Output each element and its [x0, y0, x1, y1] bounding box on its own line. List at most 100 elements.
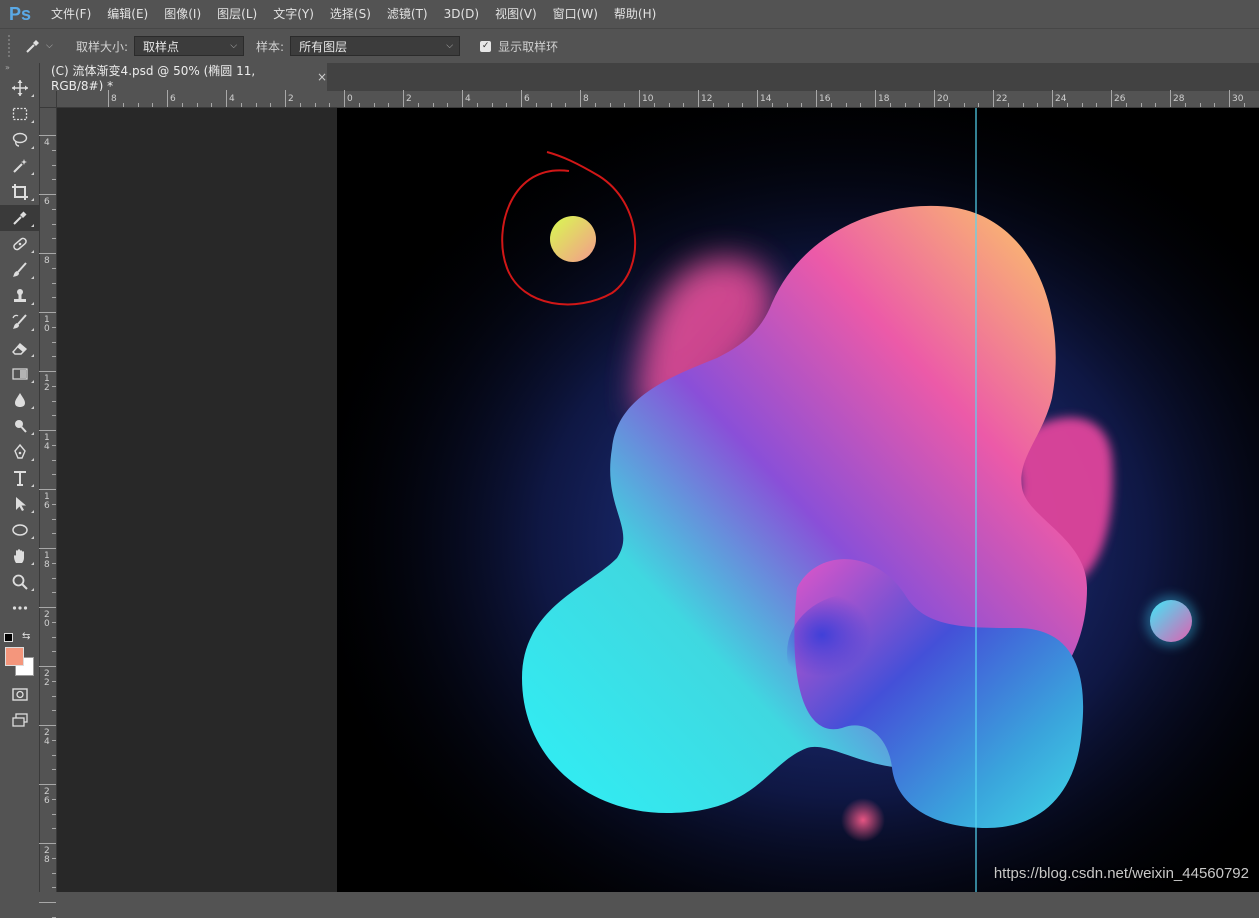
tool-flyout-indicator — [31, 276, 34, 279]
crop-tool[interactable] — [0, 179, 39, 205]
menu-select[interactable]: 选择(S) — [322, 0, 379, 28]
ellipse-tool[interactable] — [0, 517, 39, 543]
color-swatches: ⇆ — [0, 631, 39, 681]
tool-flyout-indicator — [31, 146, 34, 149]
yellow-circle-layer — [550, 216, 596, 262]
gradient-icon — [11, 368, 28, 380]
eyedropper-tool[interactable] — [0, 205, 39, 231]
chevron-down-icon: ⌵ — [46, 41, 53, 51]
ruler-origin[interactable] — [40, 91, 57, 108]
sample-value: 所有图层 — [299, 39, 348, 54]
menu-window[interactable]: 窗口(W) — [545, 0, 606, 28]
ruler-tick-label: 26 — [44, 787, 50, 806]
menu-bar: Ps 文件(F) 编辑(E) 图像(I) 图层(L) 文字(Y) 选择(S) 滤… — [0, 0, 1259, 28]
menu-file[interactable]: 文件(F) — [43, 0, 99, 28]
tool-flyout-indicator — [31, 94, 34, 97]
path-select-tool[interactable] — [0, 491, 39, 517]
menu-help[interactable]: 帮助(H) — [606, 0, 664, 28]
ruler-tick-label: 28 — [1173, 94, 1185, 104]
ruler-tick-label: 22 — [996, 94, 1008, 104]
clone-stamp-tool[interactable] — [0, 283, 39, 309]
move-tool[interactable] — [0, 75, 39, 101]
dodge-icon — [14, 420, 27, 433]
screen-mode-icon — [11, 713, 28, 727]
menu-type[interactable]: 文字(Y) — [265, 0, 322, 28]
foreground-color-swatch[interactable] — [5, 647, 24, 666]
ruler-tick-label: 4 — [465, 94, 471, 104]
sample-size-label: 取样大小: — [76, 39, 129, 54]
magic-wand-tool[interactable] — [0, 153, 39, 179]
lasso-icon — [12, 132, 27, 147]
brush-tool[interactable] — [0, 257, 39, 283]
ruler-tick-label: 12 — [701, 94, 713, 104]
more-icon — [12, 606, 27, 610]
magic-wand-icon — [12, 159, 27, 173]
gradient-tool[interactable] — [0, 361, 39, 387]
ruler-tick-label: 8 — [583, 94, 589, 104]
type-tool[interactable] — [0, 465, 39, 491]
ruler-tick-label: 0 — [347, 94, 353, 104]
menu-edit[interactable]: 编辑(E) — [99, 0, 156, 28]
document-canvas[interactable]: https://blog.csdn.net/weixin_44560792 — [337, 108, 1259, 892]
blur-tool[interactable] — [0, 387, 39, 413]
tool-flyout-indicator — [31, 172, 34, 175]
quick-mask-icon — [11, 688, 28, 701]
ruler-tick-label: 6 — [524, 94, 530, 104]
menu-image[interactable]: 图像(I) — [156, 0, 209, 28]
zoom-icon — [12, 574, 28, 590]
document-tab-title: (C) 流体渐变4.psd @ 50% (椭圆 11, RGB/8#) * — [51, 63, 256, 93]
eraser-tool[interactable] — [0, 335, 39, 361]
menu-3d[interactable]: 3D(D) — [436, 0, 487, 28]
show-sampling-ring-checkbox[interactable]: ✓ — [480, 40, 492, 52]
more-tools[interactable] — [0, 595, 39, 621]
tool-preset-picker[interactable]: ⌵ — [24, 37, 64, 55]
healing-brush-tool[interactable] — [0, 231, 39, 257]
swap-colors-icon[interactable]: ⇆ — [22, 631, 30, 642]
history-brush-tool[interactable] — [0, 309, 39, 335]
tool-flyout-indicator — [31, 588, 34, 591]
ruler-tick-label: 30 — [1232, 94, 1244, 104]
tool-flyout-indicator — [31, 458, 34, 461]
ruler-tick-label: 4 — [229, 94, 235, 104]
tool-flyout-indicator — [31, 380, 34, 383]
document-tab[interactable]: (C) 流体渐变4.psd @ 50% (椭圆 11, RGB/8#) * × — [40, 63, 327, 93]
ruler-tick-label: 16 — [44, 492, 50, 511]
ruler-tick-label: 12 — [44, 374, 50, 393]
check-icon: ✓ — [481, 40, 490, 51]
panel-collapse-icon[interactable]: » — [0, 63, 39, 75]
lasso-tool[interactable] — [0, 127, 39, 153]
move-icon — [11, 80, 28, 96]
menu-layer[interactable]: 图层(L) — [209, 0, 265, 28]
menu-view[interactable]: 视图(V) — [487, 0, 545, 28]
tool-flyout-indicator — [31, 198, 34, 201]
zoom-tool[interactable] — [0, 569, 39, 595]
eyedropper-icon — [26, 40, 39, 53]
ruler-tick-label: 6 — [170, 94, 176, 104]
front-blob-highlight — [787, 593, 927, 713]
marquee-tool[interactable] — [0, 101, 39, 127]
tool-flyout-indicator — [31, 562, 34, 565]
tool-flyout-indicator — [31, 302, 34, 305]
artwork — [337, 108, 1259, 892]
sample-size-select[interactable]: 取样点 ⌵ — [134, 36, 245, 56]
sample-select[interactable]: 所有图层 ⌵ — [290, 36, 461, 56]
quick-mask-button[interactable] — [0, 681, 39, 707]
options-bar: ⌵ 取样大小: 取样点 ⌵ 样本: 所有图层 ⌵ ✓ 显示取样环 — [0, 28, 1259, 64]
screen-mode-button[interactable] — [0, 707, 39, 733]
document-tab-bar: (C) 流体渐变4.psd @ 50% (椭圆 11, RGB/8#) * × — [40, 63, 1259, 93]
hand-tool[interactable] — [0, 543, 39, 569]
dodge-tool[interactable] — [0, 413, 39, 439]
horizontal-ruler[interactable]: 8 6 4 2 0 2 4 6 8 10 12 14 16 18 20 22 24 26 28 30 — [57, 90, 1259, 108]
tool-flyout-indicator — [31, 250, 34, 253]
pink-glow-dot — [841, 798, 885, 842]
bandage-icon — [12, 237, 27, 251]
options-grip[interactable] — [8, 35, 14, 57]
ruler-tick-label: 20 — [937, 94, 949, 104]
menu-filter[interactable]: 滤镜(T) — [379, 0, 436, 28]
pen-tool[interactable] — [0, 439, 39, 465]
vertical-ruler[interactable]: 4 6 8 10 12 14 16 18 20 22 24 26 28 — [39, 108, 57, 918]
ruler-tick-label: 24 — [1055, 94, 1067, 104]
ruler-tick-label: 14 — [760, 94, 772, 104]
default-colors-icon[interactable] — [4, 633, 13, 642]
close-icon[interactable]: × — [317, 70, 327, 84]
